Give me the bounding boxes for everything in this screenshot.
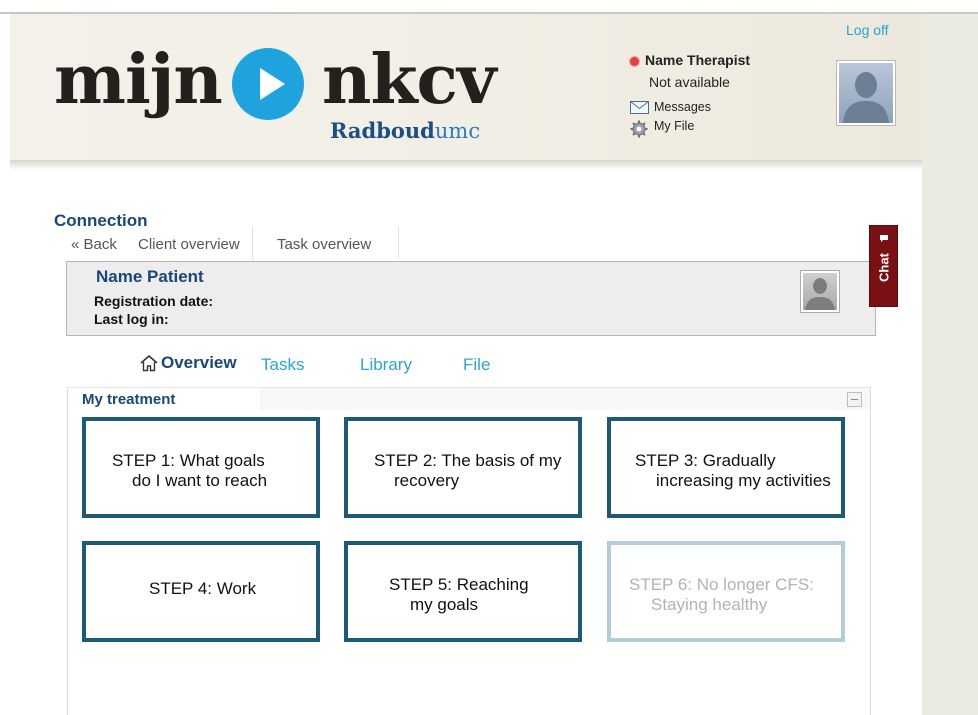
step-2-line-1: STEP 2: The basis of my <box>374 451 562 470</box>
page-title: Connection <box>54 211 148 230</box>
tab-client-overview[interactable]: Client overview <box>138 232 240 258</box>
logo-word-right: nkcv <box>322 40 496 120</box>
therapist-name: Name Therapist <box>645 52 751 68</box>
chat-tab[interactable]: Chat <box>869 225 898 307</box>
collapse-button[interactable] <box>847 392 862 407</box>
step-2-line-2: recovery <box>394 471 460 490</box>
panel-header: My treatment <box>68 387 870 410</box>
nav-tasks[interactable]: Tasks <box>261 355 304 375</box>
speech-bubble-icon <box>880 235 888 242</box>
step-4-card[interactable]: STEP 4: Work <box>82 541 320 642</box>
therapist-status: Not available <box>649 74 730 90</box>
log-off-link[interactable]: Log off <box>846 22 889 38</box>
last-login-label: Last log in: <box>94 311 169 327</box>
home-icon <box>140 355 158 372</box>
logo-sub-word-2: umc <box>434 119 481 143</box>
step-5-line-1: STEP 5: Reaching <box>389 575 529 594</box>
step-5-card[interactable]: STEP 5: Reaching my goals <box>344 541 582 642</box>
step-1-line-1: STEP 1: What goals <box>112 451 265 470</box>
logo-sub-word-1: Radboud <box>330 118 435 143</box>
step-3-line-1: STEP 3: Gradually <box>635 451 776 470</box>
status-dot-icon <box>630 57 639 66</box>
step-6-line-2: Staying healthy <box>651 595 768 614</box>
my-file-label: My File <box>654 119 695 133</box>
my-treatment-panel: My treatment STEP 1: What goals do I wan… <box>67 387 871 715</box>
page-side-band <box>922 14 978 715</box>
therapist-avatar <box>836 60 896 126</box>
tab-back[interactable]: « Back <box>71 232 117 258</box>
panel-title: My treatment <box>82 391 176 408</box>
step-6-line-1: STEP 6: No longer CFS: <box>629 575 814 594</box>
gear-icon <box>630 120 648 138</box>
tab-task-overview[interactable]: Task overview <box>277 232 371 258</box>
site-header: mijn nkcv Radboudumc <box>10 14 922 162</box>
tab-separator <box>398 226 399 260</box>
user-silhouette-icon <box>839 63 893 123</box>
step-5-line-2: my goals <box>410 595 479 614</box>
tab-separator <box>252 226 253 260</box>
step-6-card: STEP 6: No longer CFS: Staying healthy <box>607 541 845 642</box>
step-3-line-2: increasing my activities <box>656 471 831 490</box>
registration-date-label: Registration date: <box>94 293 214 309</box>
panel-title-box: My treatment <box>68 388 260 410</box>
patient-card: Name Patient Registration date: Last log… <box>66 261 876 336</box>
chat-label: Chat <box>876 253 892 282</box>
envelope-icon <box>630 101 649 114</box>
nav-overview[interactable]: Overview <box>161 353 237 373</box>
nav-library[interactable]: Library <box>360 355 412 375</box>
radboudumc-logo: Radboudumc <box>330 118 480 143</box>
step-1-line-2: do I want to reach <box>132 471 268 490</box>
patient-name: Name Patient <box>96 267 204 286</box>
step-3-card[interactable]: STEP 3: Gradually increasing my activiti… <box>607 417 845 518</box>
step-1-card[interactable]: STEP 1: What goals do I want to reach <box>82 417 320 518</box>
step-2-card[interactable]: STEP 2: The basis of my recovery <box>344 417 582 518</box>
patient-avatar <box>800 270 840 313</box>
nav-file[interactable]: File <box>463 355 490 375</box>
play-icon <box>232 48 304 120</box>
logo-word-left: mijn <box>54 40 223 120</box>
user-silhouette-icon <box>803 273 837 310</box>
step-4-line-1: STEP 4: Work <box>149 579 257 598</box>
header-shadow <box>10 160 922 170</box>
messages-label: Messages <box>654 100 711 114</box>
